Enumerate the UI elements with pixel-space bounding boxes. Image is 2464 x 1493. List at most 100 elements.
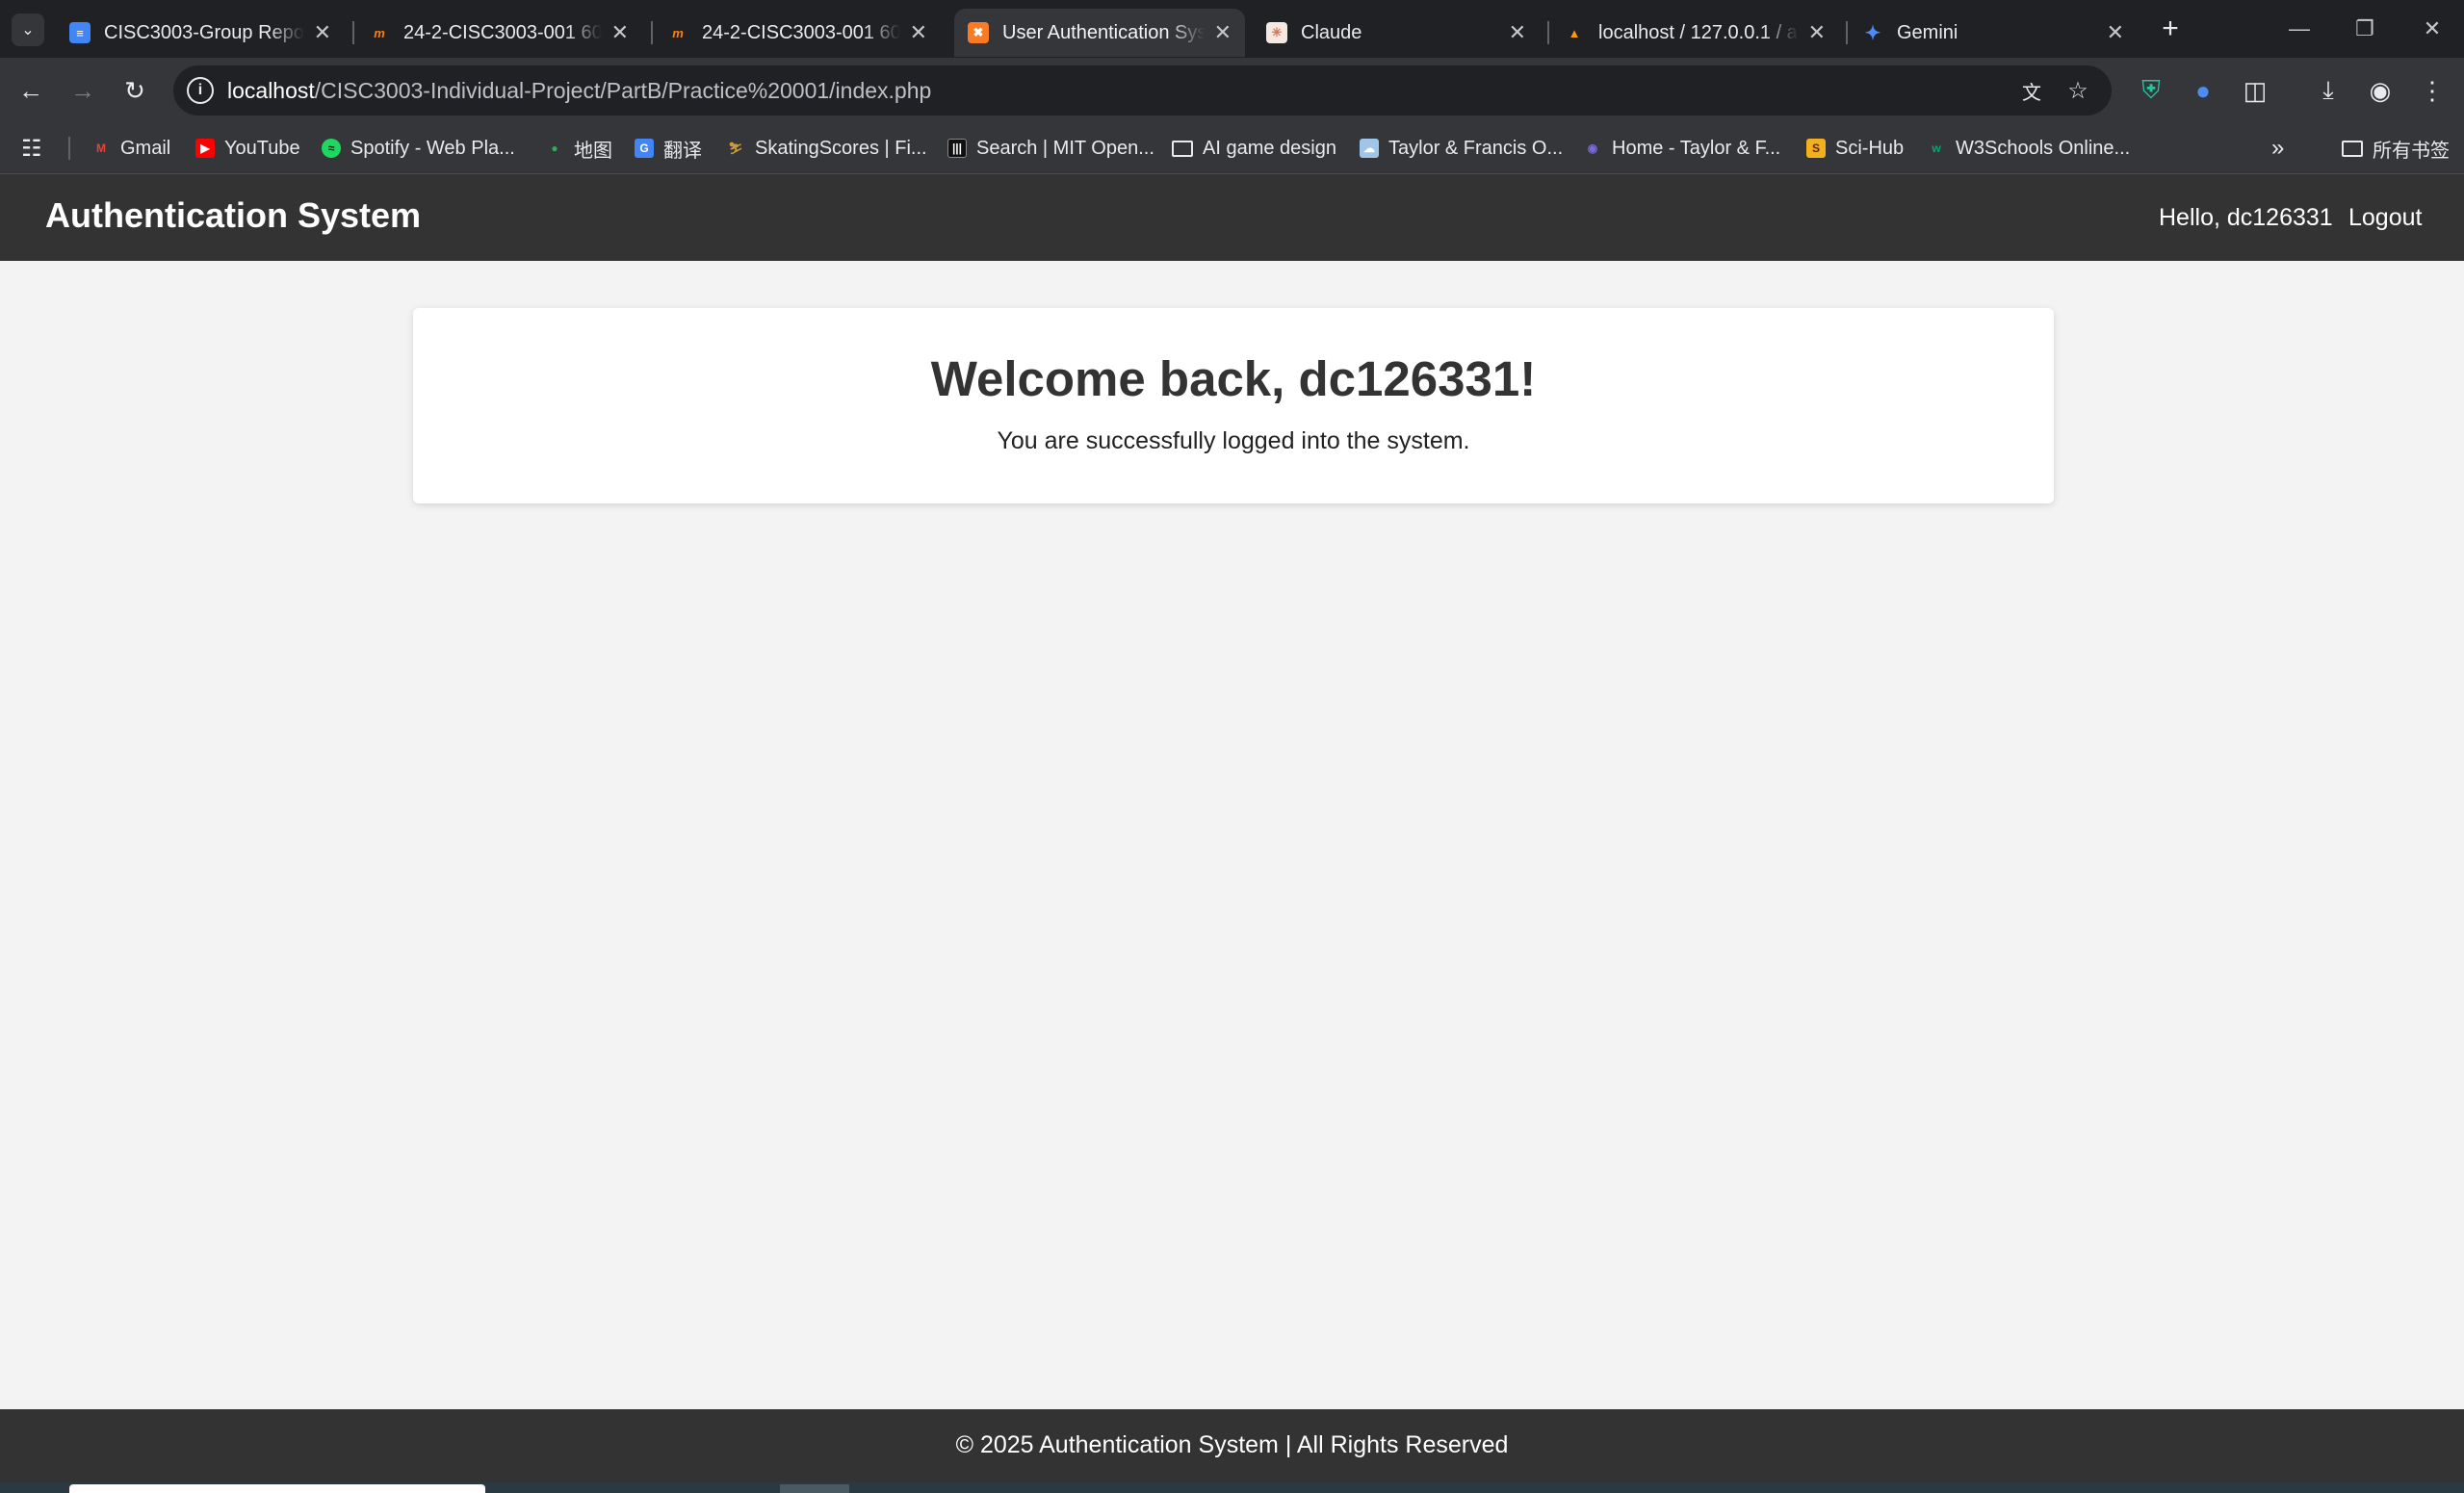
tab-strip: ⌄ ≡ CISC3003-Group Report ✕ m 24-2-CISC3…: [0, 0, 2464, 58]
xampp-icon: ✖: [968, 22, 989, 43]
bookmarks-overflow-button[interactable]: »: [2271, 133, 2284, 164]
tab-phpmyadmin[interactable]: ▲ localhost / 127.0.0.1 / auth ✕: [1550, 9, 1839, 57]
taskbar-app-button[interactable]: [780, 1484, 849, 1493]
close-icon[interactable]: ✕: [910, 20, 927, 45]
address-bar[interactable]: i localhost/CISC3003-Individual-Project/…: [173, 65, 2112, 116]
bookmark-separator: [68, 137, 70, 160]
tab-separator: [1846, 21, 1848, 44]
browser-chrome: ⌄ ≡ CISC3003-Group Report ✕ m 24-2-CISC3…: [0, 0, 2464, 174]
download-icon[interactable]: ⤓: [2309, 71, 2347, 110]
double-chevron-right-icon: »: [2271, 135, 2285, 161]
minimize-icon: —: [2289, 16, 2310, 40]
welcome-card: Welcome back, dc126331! You are successf…: [413, 308, 2054, 503]
tab-group-report[interactable]: ≡ CISC3003-Group Report ✕: [56, 9, 345, 57]
bookmark-taylor-francis-online[interactable]: ☁ Taylor & Francis O...: [1360, 133, 1563, 164]
tab-title: CISC3003-Group Report: [104, 21, 304, 43]
more-menu-icon[interactable]: ⋮: [2413, 71, 2451, 110]
phpmyadmin-icon: ▲: [1568, 25, 1581, 40]
bookmark-gmail[interactable]: M Gmail: [91, 133, 170, 164]
tab-moodle-1[interactable]: m 24-2-CISC3003-001 6006 ✕: [355, 9, 642, 57]
back-button[interactable]: ←: [12, 71, 50, 110]
bookmark-maps[interactable]: ● 地图: [545, 133, 612, 164]
taylor-francis-home-icon: ◉: [1587, 142, 1598, 155]
bookmark-label: Spotify - Web Pla...: [350, 137, 515, 159]
shield-extension-icon[interactable]: ⛨: [2132, 71, 2170, 110]
logout-link[interactable]: Logout: [2348, 204, 2422, 232]
tab-moodle-2[interactable]: m 24-2-CISC3003-001 6006 ✕: [654, 9, 941, 57]
taskbar-search-box[interactable]: [69, 1484, 485, 1493]
folder-icon: [2342, 140, 2363, 157]
close-icon[interactable]: ✕: [2107, 20, 2124, 45]
site-header: Authentication System Hello, dc126331 Lo…: [0, 174, 2464, 261]
scihub-icon: S: [1806, 139, 1826, 158]
mit-icon: |||: [947, 139, 967, 158]
bookmark-taylor-francis-home[interactable]: ◉ Home - Taylor & F...: [1583, 133, 1780, 164]
tab-gemini[interactable]: ✦ Gemini ✕: [1849, 9, 2138, 57]
tab-separator: [1547, 21, 1549, 44]
close-window-button[interactable]: ✕: [2413, 10, 2451, 48]
reload-icon: ↻: [124, 75, 145, 105]
close-icon[interactable]: ✕: [1214, 20, 1232, 45]
welcome-message: You are successfully logged into the sys…: [997, 427, 1470, 454]
os-taskbar: [0, 1482, 2464, 1493]
bookmark-label: Search | MIT Open...: [976, 137, 1154, 159]
chevron-down-icon: ⌄: [21, 22, 35, 39]
puzzle-extensions-icon[interactable]: ◫: [2236, 71, 2274, 110]
bookmark-youtube[interactable]: ▶ YouTube: [195, 133, 300, 164]
bookmark-label: W3Schools Online...: [1956, 137, 2131, 159]
apps-grid-icon: ☷: [21, 135, 42, 162]
maps-icon: ●: [551, 142, 558, 155]
all-bookmarks-button[interactable]: 所有书签: [2342, 133, 2450, 164]
bookmark-label: 翻译: [663, 140, 702, 162]
minimize-button[interactable]: —: [2280, 10, 2319, 48]
arrow-right-icon: →: [70, 75, 95, 105]
site-title[interactable]: Authentication System: [45, 195, 421, 236]
new-tab-button[interactable]: +: [2153, 12, 2188, 46]
tab-search-button[interactable]: ⌄: [12, 13, 44, 46]
bookmark-scihub[interactable]: S Sci-Hub: [1806, 133, 1904, 164]
forward-button[interactable]: →: [64, 71, 102, 110]
bookmark-w3schools[interactable]: w W3Schools Online...: [1927, 133, 2130, 164]
bookmark-ai-game-design[interactable]: AI game design: [1172, 133, 1336, 164]
bookmark-skatingscores[interactable]: ⛷ SkatingScores | Fi...: [726, 133, 926, 164]
star-icon[interactable]: ☆: [2062, 75, 2093, 106]
bookmark-mit-open[interactable]: ||| Search | MIT Open...: [947, 133, 1154, 164]
close-icon[interactable]: ✕: [611, 20, 629, 45]
tab-claude[interactable]: ✳ Claude ✕: [1253, 9, 1540, 57]
restore-button[interactable]: ❐: [2346, 10, 2384, 48]
bookmark-translate[interactable]: G 翻译: [635, 133, 702, 164]
claude-icon: ✳: [1266, 22, 1287, 43]
close-icon[interactable]: ✕: [1808, 20, 1826, 45]
translate-icon: G: [635, 139, 654, 158]
tab-separator: [352, 21, 354, 44]
close-icon[interactable]: ✕: [314, 20, 331, 45]
tab-title: 24-2-CISC3003-001 6006: [403, 21, 602, 43]
site-info-icon[interactable]: i: [187, 77, 214, 104]
bookmark-label: 地图: [574, 140, 612, 162]
tab-title: User Authentication System: [1002, 21, 1205, 43]
translate-icon[interactable]: 文: [2016, 75, 2047, 106]
w3schools-icon: w: [1932, 142, 1941, 155]
address-url[interactable]: localhost/CISC3003-Individual-Project/Pa…: [227, 78, 931, 104]
bookmark-label: Sci-Hub: [1835, 137, 1905, 159]
bookmark-label: YouTube: [224, 137, 300, 159]
bookmarks-bar: ☷ M Gmail ▶ YouTube ≈ Spotify - Web Pla.…: [0, 123, 2464, 174]
moodle-icon: m: [374, 25, 385, 40]
welcome-title: Welcome back, dc126331!: [930, 351, 1537, 406]
apps-button[interactable]: ☷: [21, 133, 42, 164]
bookmark-spotify[interactable]: ≈ Spotify - Web Pla...: [322, 133, 515, 164]
arrow-left-icon: ←: [18, 75, 43, 105]
moodle-icon: m: [672, 25, 684, 40]
gmail-icon: M: [96, 142, 106, 155]
close-icon[interactable]: ✕: [1509, 20, 1526, 45]
circle-extension-icon[interactable]: ●: [2184, 71, 2222, 110]
google-docs-icon: ≡: [69, 22, 91, 43]
bookmark-label: Home - Taylor & F...: [1612, 137, 1781, 159]
profile-avatar-icon[interactable]: ◉: [2361, 71, 2399, 110]
site-footer: © 2025 Authentication System | All Right…: [0, 1409, 2464, 1482]
user-greeting: Hello, dc126331: [2159, 204, 2333, 231]
spotify-icon: ≈: [322, 139, 341, 158]
tab-user-authentication[interactable]: ✖ User Authentication System ✕: [954, 9, 1245, 57]
reload-button[interactable]: ↻: [116, 71, 154, 110]
tab-title: Claude: [1301, 21, 1362, 43]
